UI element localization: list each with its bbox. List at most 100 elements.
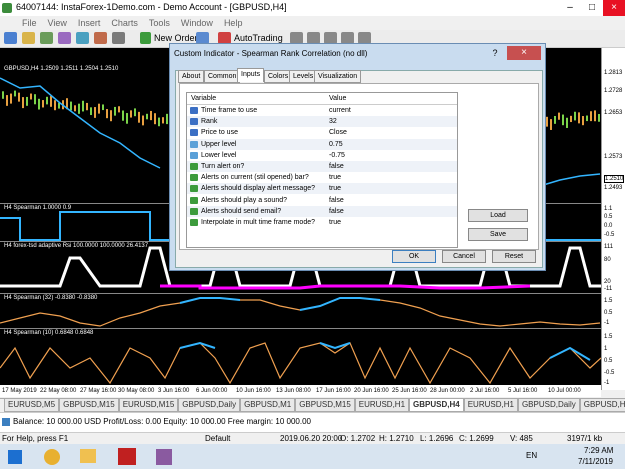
tab-inputs[interactable]: Inputs (237, 68, 265, 82)
load-button[interactable]: Load (468, 209, 528, 222)
data-window-icon[interactable] (58, 32, 71, 44)
menu-insert[interactable]: Insert (78, 18, 101, 28)
terminal-icon[interactable] (94, 32, 107, 44)
save-button[interactable]: Save (468, 228, 528, 241)
input-row[interactable]: Turn alert on? false (187, 161, 457, 172)
start-icon[interactable] (8, 450, 22, 464)
chart-tab[interactable]: GBPUSD,Daily (178, 399, 241, 412)
clock-date[interactable]: 7/11/2019 (578, 457, 613, 466)
candle (558, 112, 560, 120)
input-row[interactable]: Alerts should send email? false (187, 205, 457, 217)
reset-button[interactable]: Reset (492, 250, 536, 263)
language-indicator[interactable]: EN (526, 451, 537, 460)
price-tick: 1.2653 (604, 110, 623, 116)
tab-levels[interactable]: Levels (289, 70, 318, 83)
candle (550, 119, 552, 130)
chart-tab[interactable]: GBPUSD,M15 (59, 399, 119, 412)
minimize-button[interactable]: – (559, 0, 581, 16)
input-value[interactable]: false (329, 161, 344, 172)
input-value[interactable]: false (329, 195, 344, 206)
candle (578, 112, 580, 124)
input-value[interactable]: Close (329, 127, 347, 138)
input-value[interactable]: false (329, 206, 344, 217)
menu-charts[interactable]: Charts (111, 18, 138, 28)
metatrader-icon[interactable] (118, 448, 136, 465)
input-value[interactable]: 0.75 (329, 139, 343, 150)
chart-tab[interactable]: EURUSD,H1 (463, 399, 518, 412)
input-value[interactable]: true (329, 217, 341, 228)
terminal-balance-row: Balance: 10 000.00 USD Profit/Loss: 0.00… (0, 412, 625, 433)
input-row[interactable]: Rank 32 (187, 116, 457, 128)
window-title-bar: 64007144: InstaForex-1Demo.com - Demo Ac… (0, 0, 625, 16)
new-chart-icon[interactable] (4, 32, 17, 44)
input-row[interactable]: Upper level 0.75 (187, 138, 457, 150)
chart-tab[interactable]: EURUSD,M15 (118, 399, 179, 412)
chart-tab[interactable]: EURUSD,H1 (354, 399, 410, 412)
candle (10, 93, 12, 104)
input-name: Alerts should play a sound? (201, 196, 287, 204)
input-row[interactable]: Alerts should play a sound? false (187, 195, 457, 206)
input-value[interactable]: true (329, 183, 341, 194)
chart-tab[interactable]: GBPUSD,H4 (409, 399, 464, 412)
candle (6, 95, 8, 106)
chrome-icon[interactable] (44, 449, 60, 465)
status-high: H: 1.2710 (379, 434, 414, 443)
price-tick: 1.2813 (604, 70, 623, 76)
status-profile[interactable]: Default (205, 434, 230, 443)
chart-tab[interactable]: GBPUSD,M1 (240, 399, 296, 412)
input-name: Interpolate in mult time frame mode? (201, 219, 315, 226)
input-name: Rank (201, 118, 218, 126)
close-button[interactable]: × (603, 0, 625, 16)
chart-tab[interactable]: GBPUSD,Daily (517, 399, 580, 412)
tab-colors[interactable]: Colors (264, 70, 293, 83)
candle (142, 115, 144, 126)
candle (150, 110, 152, 121)
folder-icon[interactable] (80, 449, 96, 463)
navigator-icon[interactable] (76, 32, 89, 44)
input-row[interactable]: Lower level -0.75 (187, 150, 457, 161)
panel2-tick: 80 (604, 257, 611, 263)
menu-view[interactable]: View (48, 18, 67, 28)
input-row[interactable]: Interpolate in mult time frame mode? true (187, 217, 457, 228)
menu-help[interactable]: Help (224, 18, 243, 28)
ok-button[interactable]: OK (392, 250, 436, 263)
app-icon-2[interactable] (156, 449, 172, 465)
input-row[interactable]: Alerts should display alert message? true (187, 183, 457, 195)
candle (86, 102, 88, 111)
candle (14, 90, 16, 97)
input-row[interactable]: Price to use Close (187, 127, 457, 138)
input-value[interactable]: -0.75 (329, 150, 345, 161)
cancel-button[interactable]: Cancel (442, 250, 486, 263)
candle (146, 113, 148, 120)
input-value[interactable]: current (329, 105, 351, 116)
tab-visualization[interactable]: Visualization (314, 70, 362, 83)
dialog-close-button[interactable]: × (507, 46, 541, 60)
chart-tab[interactable]: GBPUSD,M15 (295, 399, 355, 412)
input-row[interactable]: Alerts on current (stil opened) bar? true (187, 172, 457, 183)
dialog-help-button[interactable]: ? (485, 46, 505, 60)
input-row[interactable]: Time frame to use current (187, 105, 457, 116)
menu-window[interactable]: Window (181, 18, 213, 28)
bool-type-icon (190, 185, 198, 193)
chart-tab[interactable]: EURUSD,M5 (4, 399, 60, 412)
candle (74, 105, 76, 112)
input-value[interactable]: 32 (329, 116, 337, 127)
tab-common[interactable]: Common (204, 70, 241, 83)
price-scale[interactable]: 1.2813 1.2728 1.2653 1.2573 1.2510 1.249… (601, 48, 625, 390)
panel1-tick: -0.5 (604, 232, 615, 238)
profiles-icon[interactable] (22, 32, 35, 44)
strategy-tester-icon[interactable] (112, 32, 125, 44)
current-price-tick: 1.2510 (604, 175, 625, 183)
market-watch-icon[interactable] (40, 32, 53, 44)
candle (90, 107, 92, 116)
chart-tab[interactable]: GBPUSD,H1 (579, 399, 625, 412)
tab-about[interactable]: About (178, 70, 205, 83)
clock-time[interactable]: 7:29 AM (584, 446, 613, 455)
time-axis-label: 5 Jul 16:00 (508, 388, 538, 394)
input-value[interactable]: true (329, 172, 341, 183)
menu-tools[interactable]: Tools (149, 18, 170, 28)
menu-file[interactable]: File (22, 18, 37, 28)
maximize-button[interactable]: □ (581, 0, 603, 16)
account-icon (2, 418, 10, 426)
candle (22, 97, 24, 109)
